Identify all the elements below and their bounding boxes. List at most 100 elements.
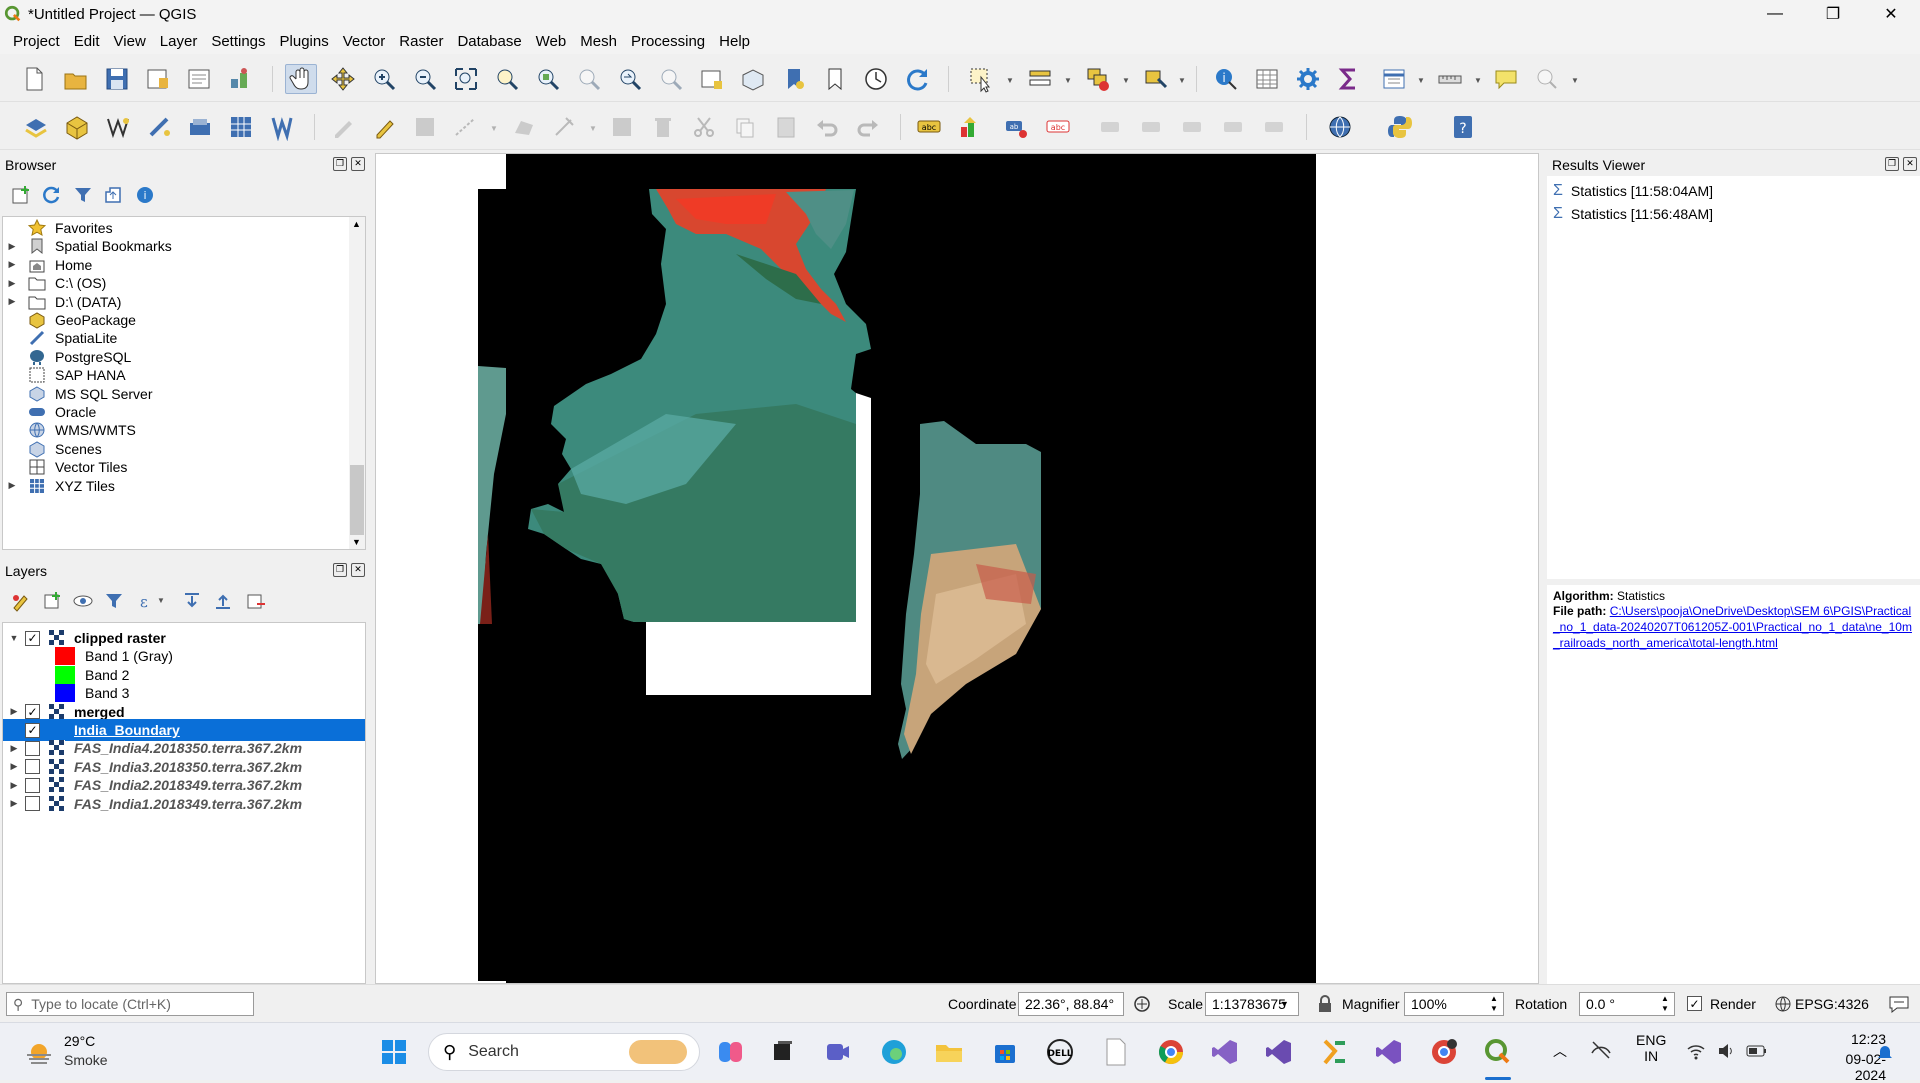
zoom-in-icon[interactable] (368, 64, 400, 94)
zoom-last-icon[interactable] (614, 64, 646, 94)
dell-icon[interactable]: DELL (1043, 1035, 1077, 1069)
new-3d-map-view-icon[interactable] (737, 64, 769, 94)
wifi-icon[interactable] (1686, 1041, 1706, 1061)
menu-project[interactable]: Project (6, 33, 67, 50)
rotation-spin-icon[interactable]: ▲ ▼ (1661, 994, 1669, 1014)
microsoft-store-icon[interactable] (988, 1035, 1022, 1069)
show-unplaced-labels-icon[interactable]: abc (1042, 112, 1074, 142)
new-virtual-layer-icon[interactable] (184, 112, 216, 142)
temporal-controller-icon[interactable] (860, 64, 892, 94)
enable-properties-icon[interactable]: i (134, 184, 160, 206)
expand-all-icon[interactable] (181, 590, 205, 612)
python-idle-icon[interactable] (1317, 1035, 1351, 1069)
undo-icon[interactable] (811, 112, 843, 142)
move-label-icon[interactable] (1177, 112, 1209, 142)
cut-features-icon[interactable] (688, 112, 720, 142)
chevron-up-icon[interactable]: ︿ (1553, 1041, 1567, 1061)
refresh-icon[interactable] (901, 64, 933, 94)
layers-close-icon[interactable]: ✕ (351, 563, 365, 577)
menu-view[interactable]: View (107, 33, 153, 50)
scale-dropdown-icon[interactable]: ▼ (1280, 999, 1289, 1009)
map-render[interactable] (376, 154, 1539, 984)
refresh-browser-icon[interactable] (40, 184, 66, 206)
expand-arrow-icon[interactable]: ▶ (3, 706, 25, 717)
zoom-next-icon[interactable] (655, 64, 687, 94)
statistical-summary-icon[interactable] (1333, 64, 1365, 94)
layer-visibility-checkbox[interactable]: ✓ (25, 630, 40, 646)
minimize-button[interactable]: — (1746, 0, 1804, 28)
open-field-calculator-icon[interactable] (1378, 64, 1410, 94)
browser-scrollbar-thumb[interactable] (350, 465, 364, 535)
magnifier-field[interactable]: 100% (1404, 992, 1504, 1016)
modify-attributes-icon[interactable] (606, 112, 638, 142)
zoom-to-layer-icon[interactable] (532, 64, 564, 94)
open-layer-styling-icon[interactable] (10, 590, 34, 612)
locator-input[interactable]: ⚲ Type to locate (Ctrl+K) (6, 992, 254, 1016)
edge-icon[interactable] (877, 1035, 911, 1069)
language-indicator[interactable]: ENG IN (1636, 1032, 1666, 1064)
collapse-arrow-icon[interactable]: ▼ (3, 633, 25, 643)
save-layer-edits-icon[interactable] (409, 112, 441, 142)
taskbar-search[interactable]: ⚲ Search (428, 1033, 700, 1071)
zoom-full-icon[interactable] (450, 64, 482, 94)
select-location-icon[interactable] (1140, 64, 1172, 94)
menu-mesh[interactable]: Mesh (573, 33, 624, 50)
results-close-icon[interactable]: ✕ (1903, 157, 1917, 171)
weather-icon[interactable] (24, 1037, 54, 1067)
filter-browser-icon[interactable] (72, 184, 98, 206)
menu-vector[interactable]: Vector (336, 33, 393, 50)
python-console-icon[interactable] (1384, 112, 1416, 142)
gps-disabled-icon[interactable] (1531, 64, 1563, 94)
add-raster-layer-icon[interactable] (225, 112, 257, 142)
copy-features-icon[interactable] (729, 112, 761, 142)
select-features-icon[interactable] (965, 64, 997, 94)
identify-features-icon[interactable]: i (1210, 64, 1242, 94)
style-manager-icon[interactable] (224, 64, 256, 94)
task-view-icon[interactable] (766, 1035, 800, 1069)
notification-bell-icon[interactable] (1876, 1043, 1894, 1061)
pan-to-selection-icon[interactable] (327, 64, 359, 94)
filter-legend-icon[interactable] (103, 590, 127, 612)
manage-map-themes-icon[interactable] (72, 590, 96, 612)
layer-visibility-checkbox[interactable]: ✓ (25, 704, 40, 720)
menu-edit[interactable]: Edit (67, 33, 107, 50)
pan-map-icon[interactable] (285, 64, 317, 94)
map-canvas[interactable] (375, 153, 1539, 984)
add-group-icon[interactable] (41, 590, 65, 612)
expand-arrow-icon[interactable]: ▶ (3, 761, 25, 772)
select-by-value-icon[interactable] (1024, 64, 1056, 94)
current-edits-icon[interactable] (327, 112, 359, 142)
data-source-manager-icon[interactable] (20, 112, 52, 142)
maximize-button[interactable]: ❐ (1804, 0, 1862, 28)
collapse-all-icon[interactable] (102, 184, 128, 206)
expand-arrow-icon[interactable]: ▶ (3, 278, 21, 289)
render-checkbox[interactable]: ✓ (1687, 996, 1702, 1011)
filepath-link[interactable]: C:\Users\pooja\OneDrive\Desktop\SEM 6\PG… (1553, 604, 1912, 650)
highlight-pinned-labels-icon[interactable]: ab (1001, 112, 1033, 142)
menu-web[interactable]: Web (529, 33, 574, 50)
map-tips-icon[interactable] (1490, 64, 1522, 94)
expand-arrow-icon[interactable]: ▶ (3, 296, 21, 307)
open-project-icon[interactable] (60, 64, 92, 94)
help-icon[interactable]: ? (1447, 112, 1479, 142)
layout-manager-icon[interactable] (183, 64, 215, 94)
menu-raster[interactable]: Raster (392, 33, 450, 50)
results-item[interactable]: Σ Statistics [11:56:48AM] (1553, 203, 1713, 225)
toggle-extents-icon[interactable] (1132, 994, 1152, 1014)
digitize-icon[interactable] (450, 112, 482, 142)
processing-toolbox-icon[interactable] (1292, 64, 1324, 94)
teams-meet-icon[interactable] (821, 1035, 855, 1069)
visual-studio-2-icon[interactable] (1372, 1035, 1406, 1069)
show-bookmarks-icon[interactable] (819, 64, 851, 94)
zoom-to-selection-icon[interactable] (491, 64, 523, 94)
battery-icon[interactable] (1746, 1043, 1768, 1059)
change-label-icon[interactable] (1259, 112, 1291, 142)
layer-item[interactable]: ▶ FAS_India1.2018349.terra.367.2km (3, 793, 365, 815)
pin-labels-icon[interactable] (1095, 112, 1127, 142)
label-layer-icon[interactable]: abc (913, 112, 945, 142)
expand-arrow-icon[interactable]: ▶ (3, 241, 21, 252)
layer-visibility-checkbox[interactable] (25, 777, 40, 793)
new-shapefile-layer-icon[interactable] (102, 112, 134, 142)
chrome-icon[interactable] (1154, 1035, 1188, 1069)
paste-features-icon[interactable] (770, 112, 802, 142)
